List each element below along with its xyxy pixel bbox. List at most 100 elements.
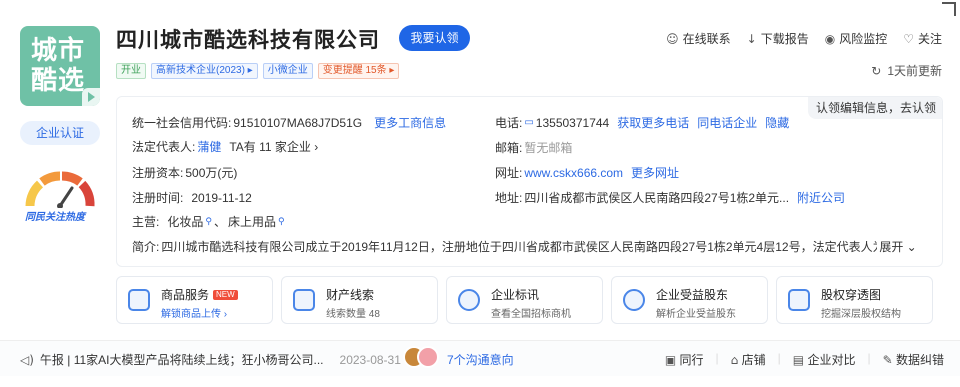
store-label: 店铺: [741, 353, 766, 367]
reg-time-row: 注册时间: 2019-11-12: [132, 189, 252, 206]
refresh-icon: ↻: [871, 63, 882, 78]
more-phone-link[interactable]: 获取更多电话: [617, 114, 689, 131]
download-report-label: 下载报告: [760, 32, 809, 46]
avatar: [417, 346, 439, 368]
claim-button[interactable]: 我要认领: [399, 25, 470, 51]
website-link[interactable]: www.cskx666.com: [524, 166, 623, 180]
legal-rep-link[interactable]: 蒲健: [197, 138, 221, 155]
store-button[interactable]: ⌂ 店铺: [731, 351, 766, 368]
download-icon: ↓: [746, 31, 757, 46]
phone-value[interactable]: 13550371744: [536, 116, 609, 130]
card-property-clues[interactable]: 财产线索 线索数量 48: [281, 276, 438, 324]
contact-avatars[interactable]: [403, 346, 439, 368]
intro-label: 简介:: [132, 240, 160, 254]
tag-status: 开业: [116, 63, 146, 79]
company-info-panel: 认领编辑信息，去认领 统一社会信用代码: 91510107MA68J7D51G …: [116, 96, 943, 267]
main-item-bedding[interactable]: 床上用品: [228, 213, 276, 230]
divider: |: [777, 351, 781, 365]
address-label: 地址:: [495, 191, 523, 205]
download-report-button[interactable]: ↓ 下载报告: [747, 30, 809, 47]
follow-label: 关注: [917, 32, 942, 46]
tag-change-alert[interactable]: 变更提醒 15条 ▸: [317, 63, 400, 79]
briefcase-icon: ▣: [664, 353, 677, 367]
risk-monitor-label: 风险监控: [839, 32, 888, 46]
card-subtitle: 解析企业受益股东: [656, 309, 736, 320]
enterprise-auth-badge[interactable]: 企业认证: [20, 121, 100, 145]
more-website-link[interactable]: 更多网址: [631, 164, 679, 181]
bottom-actions: ▣ 同行 | ⌂ 店铺 | ▤ 企业对比 | ✎ 数据纠错: [665, 351, 944, 368]
top-actions: ☺ 在线联系 ↓ 下载报告 ◉ 风险监控 ♡ 关注: [666, 30, 942, 47]
compare-label: 企业对比: [807, 353, 856, 367]
risk-monitor-button[interactable]: ◉ 风险监控: [825, 30, 888, 47]
shopping-bag-icon: [128, 289, 150, 311]
org-chart-icon: [788, 289, 810, 311]
online-contact-button[interactable]: ☺ 在线联系: [666, 30, 731, 47]
speaker-icon: ◁): [20, 352, 34, 367]
follow-button[interactable]: ♡ 关注: [903, 30, 942, 47]
capital-label: 注册资本:: [132, 166, 184, 180]
company-logo: 城市 酷选: [20, 26, 100, 106]
address-row: 地址: 四川省成都市武侯区人民南路四段27号1栋2单元... 附近公司: [495, 189, 845, 206]
play-icon[interactable]: [82, 88, 100, 106]
compare-icon: ▤: [792, 353, 805, 367]
card-title: 企业标讯: [491, 288, 540, 302]
news-date: 2023-08-31: [339, 352, 401, 367]
credit-code-row: 统一社会信用代码: 91510107MA68J7D51G 更多工商信息: [132, 114, 446, 131]
qr-code-icon[interactable]: [942, 2, 956, 16]
store-icon: ⌂: [730, 353, 739, 367]
legal-rep-companies[interactable]: TA有 11 家企业 ›: [229, 138, 318, 155]
online-contact-label: 在线联系: [682, 32, 731, 46]
search-icon[interactable]: ⚲: [278, 217, 285, 227]
search-icon[interactable]: ⚲: [205, 217, 212, 227]
intro-row: 简介: 四川城市酷选科技有限公司成立于2019年11月12日，注册地位于四川省成…: [132, 238, 932, 255]
intro-text: 四川城市酷选科技有限公司成立于2019年11月12日，注册地位于四川省成都市武侯…: [161, 240, 878, 254]
reg-time-label: 注册时间:: [132, 191, 184, 205]
divider: |: [867, 351, 871, 365]
chat-intent-link[interactable]: 7个沟通意向: [447, 351, 514, 368]
hide-link[interactable]: 隐藏: [765, 114, 789, 131]
peers-label: 同行: [679, 353, 704, 367]
email-label: 邮箱:: [495, 141, 523, 155]
phone-icon: ▭: [524, 117, 534, 128]
bottom-bar: ◁) 午报 | 11家AI大模型产品将陆续上线；狂小杨哥公司... 2023-0…: [0, 340, 960, 376]
legal-rep-row: 法定代表人: 蒲健 TA有 11 家企业 ›: [132, 138, 318, 155]
more-business-link[interactable]: 更多工商信息: [374, 114, 446, 131]
card-subtitle[interactable]: 解锁商品上传 ›: [161, 305, 227, 320]
heat-gauge-icon: [25, 171, 95, 208]
card-title: 商品服务 NEW: [161, 286, 238, 303]
news-ticker[interactable]: ◁) 午报 | 11家AI大模型产品将陆续上线；狂小杨哥公司... 2023-0…: [20, 351, 401, 368]
chat-icon: ☺: [666, 31, 679, 46]
address-value: 四川省成都市武侯区人民南路四段27号1栋2单元...: [524, 191, 790, 205]
compare-button[interactable]: ▤ 企业对比: [793, 351, 856, 368]
data-correction-button[interactable]: ✎ 数据纠错: [883, 351, 944, 368]
expand-button[interactable]: 展开 ⌄: [879, 238, 916, 255]
nearby-companies-link[interactable]: 附近公司: [797, 189, 845, 206]
card-subtitle: 线索数量 48: [326, 309, 380, 320]
credit-code-value: 91510107MA68J7D51G: [233, 115, 363, 130]
news-text[interactable]: 午报 | 11家AI大模型产品将陆续上线；狂小杨哥公司...: [40, 351, 324, 368]
card-product-service[interactable]: 商品服务 NEW 解锁商品上传 ›: [116, 276, 273, 324]
tag-small-micro: 小微企业: [262, 63, 313, 79]
data-correction-label: 数据纠错: [895, 353, 944, 367]
card-bidding-info[interactable]: 企业标讯 查看全国招标商机: [446, 276, 603, 324]
tag-high-tech[interactable]: 高新技术企业(2023) ▸: [151, 63, 258, 79]
main-item-separator: 、: [213, 215, 226, 229]
card-title: 股权穿透图: [821, 288, 882, 302]
claim-edit-button[interactable]: 认领编辑信息，去认领: [807, 97, 942, 119]
card-beneficial-owners[interactable]: 企业受益股东 解析企业受益股东: [611, 276, 768, 324]
email-value: 暂无邮箱: [524, 141, 573, 155]
same-phone-link[interactable]: 同电话企业: [697, 114, 757, 131]
card-equity-chart[interactable]: 股权穿透图 挖掘深层股权结构: [776, 276, 933, 324]
update-status[interactable]: ↻ 1天前更新: [871, 62, 942, 79]
edit-icon: ✎: [882, 353, 893, 367]
capital-value: 500万(元): [185, 166, 238, 180]
email-row: 邮箱: 暂无邮箱: [495, 139, 572, 156]
user-icon: [623, 289, 645, 311]
folder-icon: [293, 289, 315, 311]
phone-label: 电话:: [495, 116, 523, 130]
main-item-cosmetics[interactable]: 化妆品: [167, 213, 203, 230]
reg-time-value: 2019-11-12: [191, 190, 252, 205]
feature-cards: 商品服务 NEW 解锁商品上传 › 财产线索 线索数量 48 企业标讯 查看全国招…: [116, 276, 933, 324]
peers-button[interactable]: ▣ 同行: [665, 351, 704, 368]
heat-label: 同民关注热度: [25, 212, 85, 223]
